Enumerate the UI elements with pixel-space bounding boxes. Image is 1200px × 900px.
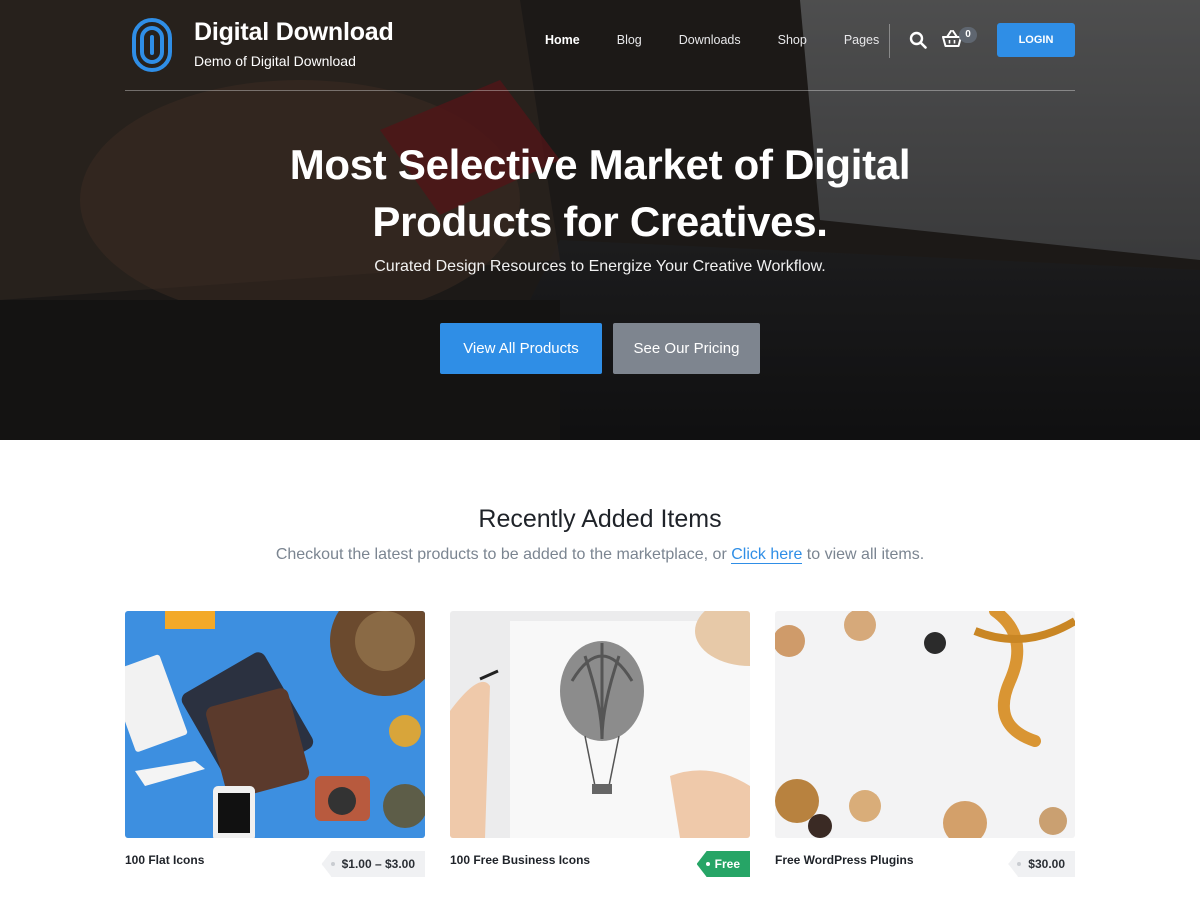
hero-title-line-2: Products for Creatives. [372, 198, 828, 245]
tag-hole [705, 862, 710, 866]
hero-title: Most Selective Market of Digital Product… [0, 136, 1200, 250]
nav-home[interactable]: Home [545, 33, 580, 47]
hero-title-line-1: Most Selective Market of Digital [289, 141, 911, 188]
product-price: Free [714, 857, 740, 871]
login-button[interactable]: LOGIN [997, 23, 1075, 57]
site-tagline: Demo of Digital Download [194, 53, 356, 69]
site-title[interactable]: Digital Download [194, 18, 394, 47]
tag-hole [1017, 862, 1022, 866]
product-price: $1.00 – $3.00 [341, 857, 415, 871]
product-card[interactable]: Free WordPress Plugins $30.00 [775, 611, 1075, 881]
click-here-link[interactable]: Click here [731, 546, 803, 564]
site-header: Digital Download Demo of Digital Downloa… [125, 0, 1075, 91]
section-subtitle-text: Checkout the latest products to be added… [275, 546, 732, 563]
price-tag: Free [696, 851, 750, 877]
section-title: Recently Added Items [478, 505, 722, 533]
search-icon[interactable] [909, 31, 927, 49]
section-subtitle: Checkout the latest products to be added… [0, 546, 1200, 564]
fingerprint-logo-icon[interactable] [131, 17, 173, 73]
product-name[interactable]: 100 Flat Icons [125, 853, 204, 867]
product-image-business-icons[interactable] [450, 611, 750, 838]
cart-count-badge: 0 [959, 27, 977, 43]
nav-blog[interactable]: Blog [617, 33, 642, 47]
section-subtitle-text-end: to view all items. [802, 546, 925, 563]
nav-pages[interactable]: Pages [844, 33, 879, 47]
main-nav: Home Blog Downloads Shop Pages [530, 33, 879, 47]
tag-hole [330, 862, 335, 866]
product-card[interactable]: 100 Flat Icons $1.00 – $3.00 [125, 611, 425, 881]
product-image-wordpress-plugins[interactable] [775, 611, 1075, 838]
hero-section: Digital Download Demo of Digital Downloa… [0, 0, 1200, 440]
price-tag: $30.00 [1008, 851, 1075, 877]
nav-shop[interactable]: Shop [778, 33, 807, 47]
product-image-flat-icons[interactable] [125, 611, 425, 838]
see-our-pricing-button[interactable]: See Our Pricing [613, 323, 760, 374]
product-card[interactable]: 100 Free Business Icons Free [450, 611, 750, 881]
view-all-products-button[interactable]: View All Products [440, 323, 602, 374]
nav-divider [889, 24, 890, 58]
nav-downloads[interactable]: Downloads [679, 33, 741, 47]
hero-subtitle: Curated Design Resources to Energize You… [374, 258, 826, 275]
price-tag: $1.00 – $3.00 [321, 851, 425, 877]
product-name[interactable]: Free WordPress Plugins [775, 853, 914, 867]
product-price: $30.00 [1028, 857, 1065, 871]
product-name[interactable]: 100 Free Business Icons [450, 853, 590, 867]
